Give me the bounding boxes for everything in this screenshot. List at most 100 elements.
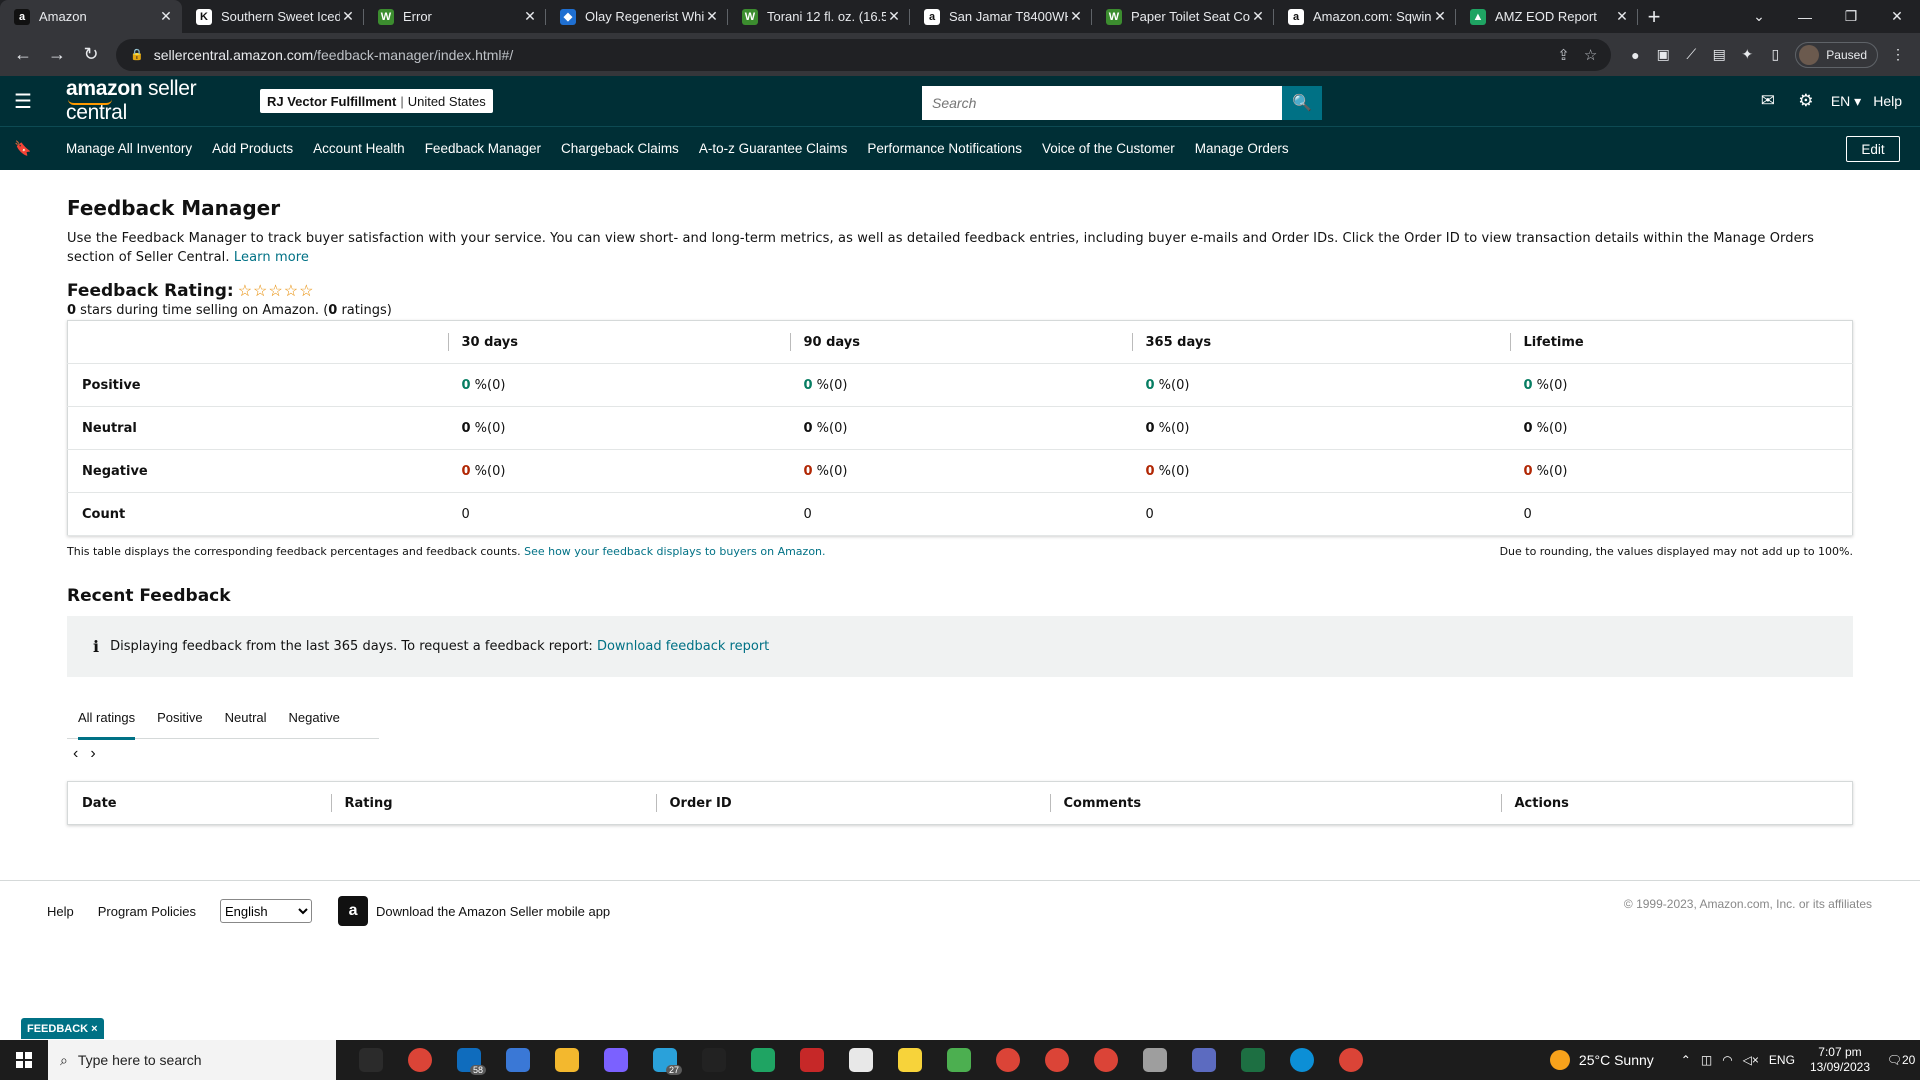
browser-tab[interactable]: K Southern Sweet Iced T ✕ (182, 0, 364, 33)
share-icon[interactable]: ⇪ (1557, 46, 1570, 64)
nav-link[interactable]: Chargeback Claims (561, 141, 679, 156)
puzzle-icon[interactable]: ✦ (1733, 41, 1761, 69)
close-icon[interactable]: ✕ (1068, 8, 1084, 25)
mobile-app-link[interactable]: Download the Amazon Seller mobile app (376, 904, 610, 919)
nav-link[interactable]: Manage All Inventory (66, 141, 192, 156)
browser-tab[interactable]: a San Jamar T8400WH S✕ (910, 0, 1092, 33)
store-icon[interactable] (493, 1040, 542, 1080)
footer-help-link[interactable]: Help (47, 904, 74, 919)
chrome-icon[interactable] (395, 1040, 444, 1080)
tab-neutral[interactable]: Neutral (225, 697, 267, 739)
close-icon[interactable]: ✕ (1250, 8, 1266, 25)
clock[interactable]: 7:07 pm 13/09/2023 (1810, 1045, 1870, 1075)
amazon-app-icon[interactable]: a (338, 896, 369, 926)
tab-negative[interactable]: Negative (289, 697, 340, 739)
kebab-menu-icon[interactable]: ⋮ (1884, 41, 1912, 69)
nav-link[interactable]: Account Health (313, 141, 405, 156)
chevron-up-icon[interactable]: ⌃ (1681, 1053, 1691, 1067)
chrome-5-icon[interactable] (1326, 1040, 1375, 1080)
browser-tab[interactable]: W Paper Toilet Seat Cove✕ (1092, 0, 1274, 33)
windows-start-icon[interactable] (0, 1040, 48, 1080)
side-panel-icon[interactable]: ▯ (1761, 41, 1789, 69)
bookmark-icon[interactable]: 🔖 (0, 140, 46, 157)
language-select[interactable]: English (220, 899, 313, 923)
forward-icon[interactable]: → (42, 40, 72, 70)
mail-icon[interactable]: 58 (444, 1040, 493, 1080)
file-explorer-icon[interactable] (542, 1040, 591, 1080)
input-language[interactable]: ENG (1769, 1053, 1795, 1067)
network-icon[interactable]: ◫ (1701, 1053, 1712, 1067)
excel-icon[interactable] (1228, 1040, 1277, 1080)
nav-link[interactable]: Voice of the Customer (1042, 141, 1175, 156)
browser-tab[interactable]: W Torani 12 fl. oz. (16.5 o✕ (728, 0, 910, 33)
profile-button[interactable]: Paused (1795, 41, 1878, 68)
close-icon[interactable]: ✕ (522, 8, 538, 25)
new-tab-icon[interactable]: + (1638, 0, 1670, 33)
extension-icon[interactable]: ▣ (1649, 41, 1677, 69)
volume-icon[interactable]: ◁× (1743, 1053, 1759, 1067)
buyer-display-link[interactable]: See how your feedback displays to buyers… (524, 545, 825, 558)
feedback-tab-button[interactable]: FEEDBACK × (21, 1018, 104, 1039)
torrent-icon[interactable] (934, 1040, 983, 1080)
edge-icon[interactable] (1277, 1040, 1326, 1080)
language-selector[interactable]: EN ▾ (1831, 93, 1861, 110)
minimize-icon[interactable]: — (1782, 0, 1828, 33)
task-view-icon[interactable] (346, 1040, 395, 1080)
gear-icon[interactable]: ⚙ (1787, 91, 1825, 111)
close-window-icon[interactable]: ✕ (1874, 0, 1920, 33)
browser-tab[interactable]: ◆ Olay Regenerist Whip ✕ (546, 0, 728, 33)
browser-tab[interactable]: a Amazon.com: Sqwinch✕ (1274, 0, 1456, 33)
chevron-left-icon[interactable]: ‹ (73, 745, 78, 763)
close-icon[interactable]: ✕ (158, 8, 174, 25)
extension-icon[interactable]: ● (1621, 41, 1649, 69)
weather-widget[interactable]: 25°C Sunny (1549, 1050, 1654, 1070)
back-icon[interactable]: ← (8, 40, 38, 70)
chrome-2-icon[interactable] (983, 1040, 1032, 1080)
help-link[interactable]: Help (1873, 93, 1902, 109)
close-icon[interactable]: ✕ (704, 8, 720, 25)
sticky-notes-icon[interactable] (885, 1040, 934, 1080)
seller-central-logo[interactable]: amazon seller central (66, 77, 236, 125)
search-icon[interactable]: 🔍 (1282, 86, 1322, 120)
red-app-icon[interactable] (787, 1040, 836, 1080)
mail-icon[interactable]: ✉ (1749, 91, 1787, 111)
drive-icon[interactable] (738, 1040, 787, 1080)
tab-search-icon[interactable]: ⌄ (1736, 0, 1782, 33)
chevron-right-icon[interactable]: › (90, 745, 95, 763)
close-icon[interactable]: ✕ (886, 8, 902, 25)
hamburger-menu-icon[interactable]: ☰ (0, 76, 46, 126)
browser-tab[interactable]: W Error ✕ (364, 0, 546, 33)
extension-icon[interactable]: ⟋ (1677, 41, 1705, 69)
telegram-icon[interactable]: 27 (640, 1040, 689, 1080)
chart-app-icon[interactable] (836, 1040, 885, 1080)
vpn-icon[interactable] (1130, 1040, 1179, 1080)
restore-icon[interactable]: ❐ (1828, 0, 1874, 33)
close-icon[interactable]: ✕ (1432, 8, 1448, 25)
tab-positive[interactable]: Positive (157, 697, 203, 739)
download-report-link[interactable]: Download feedback report (597, 639, 769, 654)
nav-link[interactable]: A-to-z Guarantee Claims (699, 141, 848, 156)
amazon-icon[interactable] (689, 1040, 738, 1080)
chrome-4-icon[interactable] (1081, 1040, 1130, 1080)
close-icon[interactable]: ✕ (340, 8, 356, 25)
nav-link[interactable]: Add Products (212, 141, 293, 156)
browser-tab[interactable]: ▲ AMZ EOD Report ✕ (1456, 0, 1638, 33)
notifications-icon[interactable]: 🗨20 (1882, 1053, 1920, 1067)
edit-button[interactable]: Edit (1846, 136, 1900, 162)
nav-link[interactable]: Feedback Manager (425, 141, 541, 156)
nav-link[interactable]: Manage Orders (1195, 141, 1289, 156)
chrome-3-icon[interactable] (1032, 1040, 1081, 1080)
extension-icon[interactable]: ▤ (1705, 41, 1733, 69)
taskbar-search[interactable]: ⌕ Type here to search (48, 1040, 336, 1080)
learn-more-link[interactable]: Learn more (234, 250, 309, 265)
nav-link[interactable]: Performance Notifications (867, 141, 1022, 156)
bookmark-star-icon[interactable]: ☆ (1584, 46, 1597, 64)
address-bar[interactable]: 🔒 sellercentral.amazon.com/feedback-mana… (116, 38, 1612, 71)
wifi-icon[interactable]: ◠ (1722, 1053, 1732, 1067)
program-policies-link[interactable]: Program Policies (98, 904, 196, 919)
media-icon[interactable] (591, 1040, 640, 1080)
browser-tab[interactable]: a Amazon ✕ (0, 0, 182, 33)
reload-icon[interactable]: ↻ (76, 40, 106, 70)
close-icon[interactable]: ✕ (1614, 8, 1630, 25)
account-switcher[interactable]: RJ Vector Fulfillment | United States (260, 89, 493, 113)
